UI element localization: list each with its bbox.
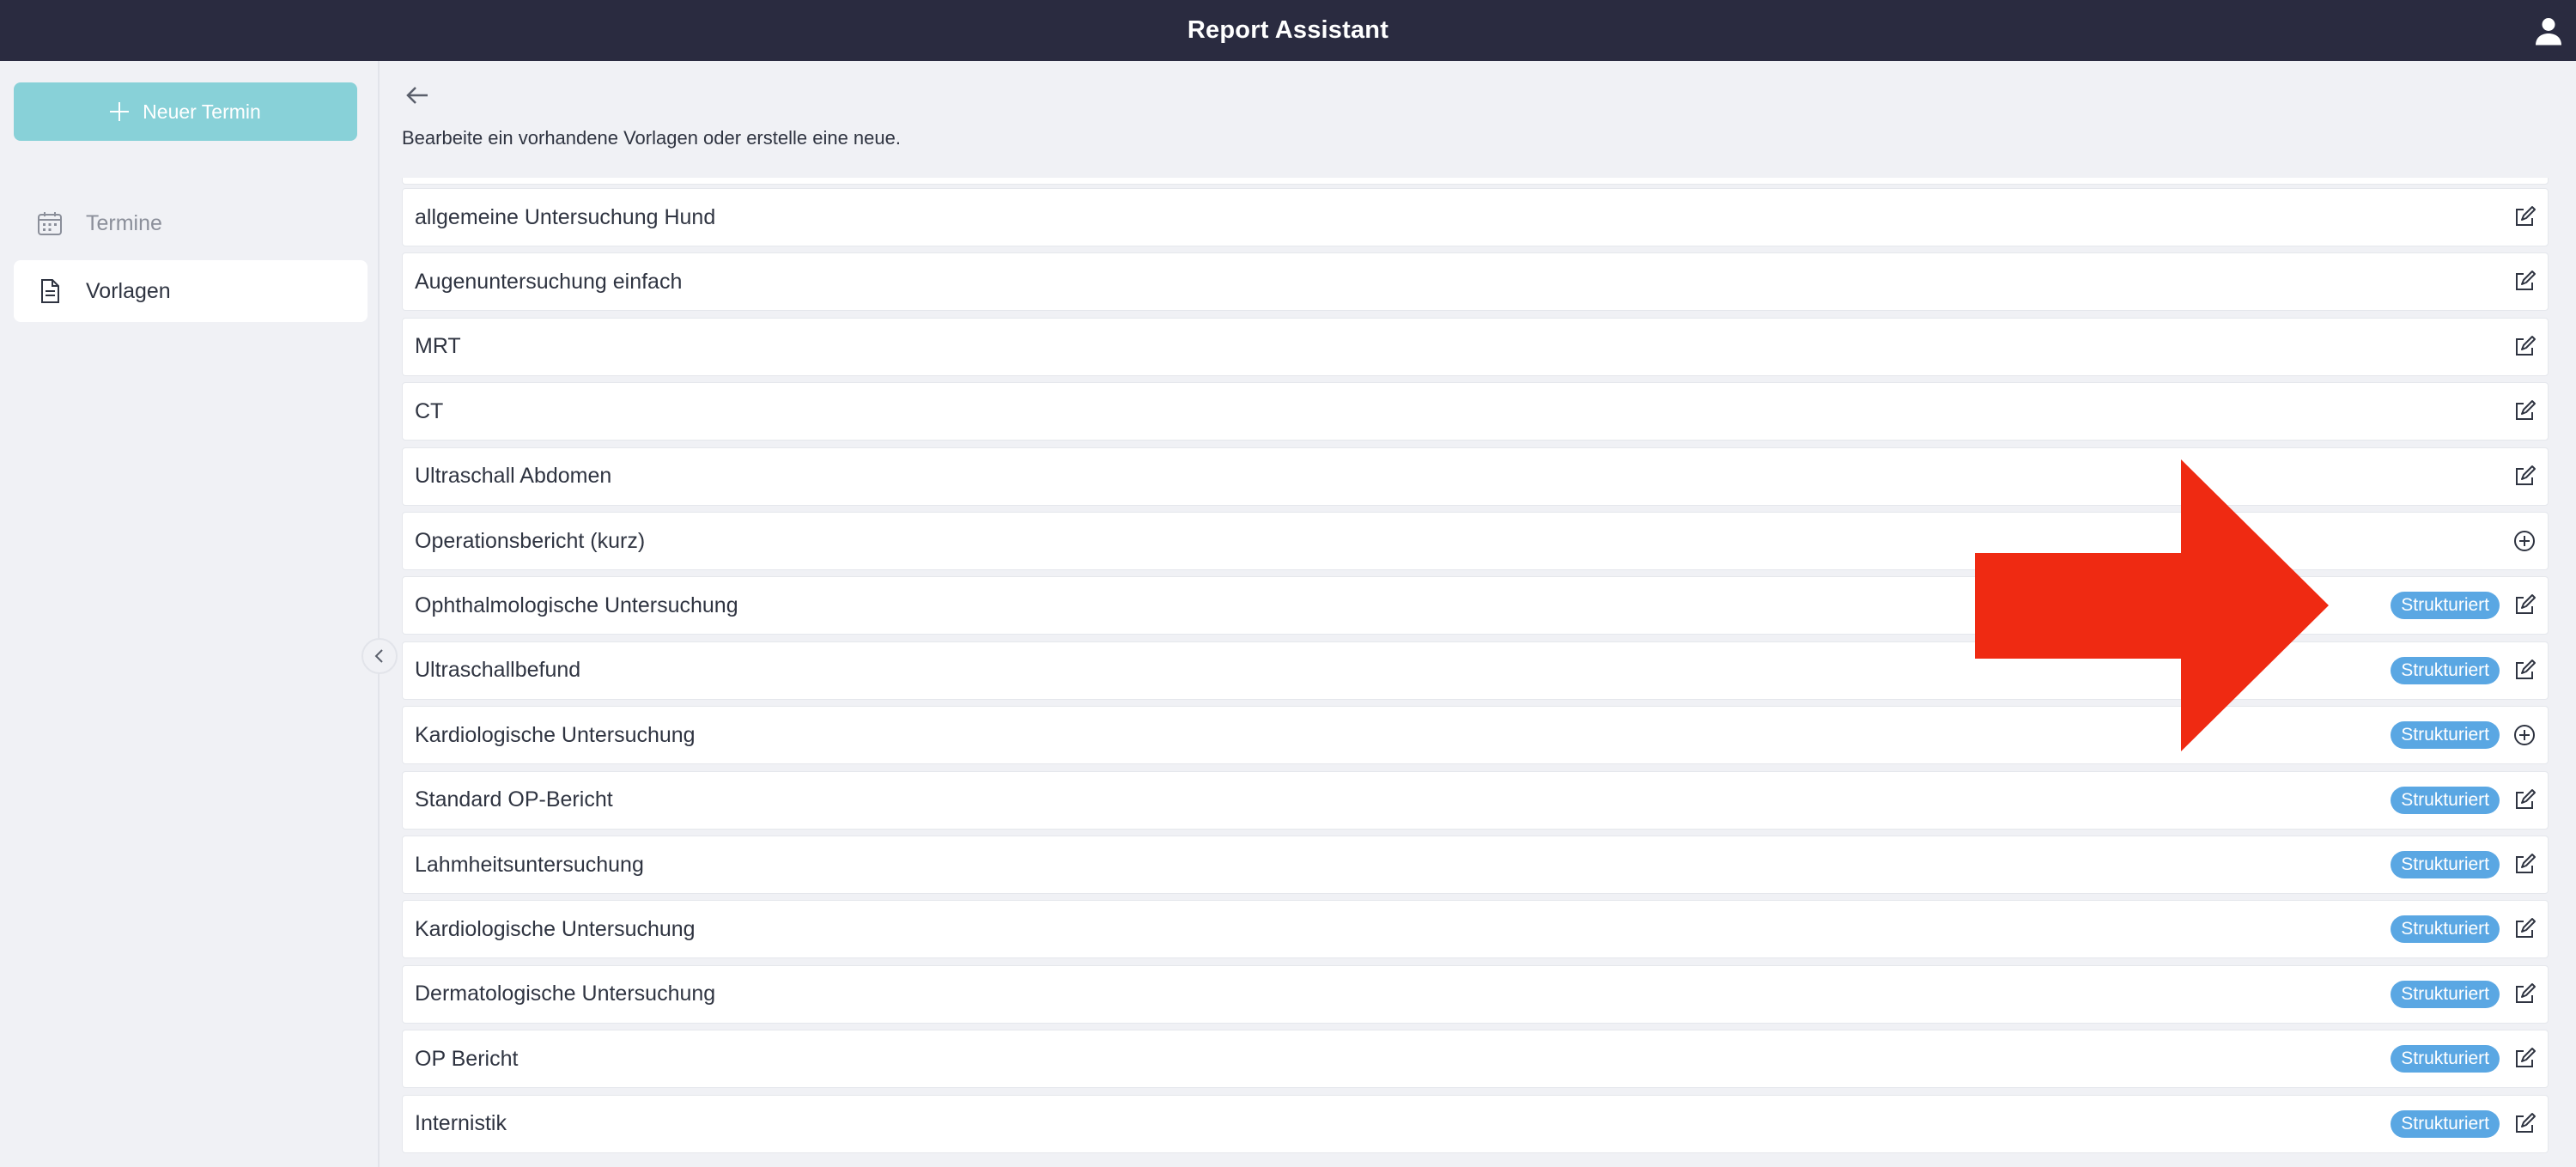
template-name: Ophthalmologische Untersuchung	[415, 593, 738, 617]
edit-icon[interactable]	[2512, 334, 2537, 360]
template-row[interactable]: allgemeine Untersuchung Hund	[402, 188, 2549, 246]
template-name: MRT	[415, 334, 461, 359]
main-content: Bearbeite ein vorhandene Vorlagen oder e…	[381, 61, 2576, 1167]
add-circle-icon[interactable]	[2512, 528, 2537, 554]
template-name: Augenuntersuchung einfach	[415, 269, 683, 294]
template-row[interactable]: Ultraschall Abdomen	[402, 447, 2549, 506]
sidebar-item-label: Vorlagen	[86, 278, 171, 303]
structured-badge: Strukturiert	[2391, 1045, 2500, 1073]
calendar-icon	[38, 212, 62, 235]
template-list: allgemeine Untersuchung Hund Augenuntersu…	[402, 178, 2549, 1167]
structured-badge: Strukturiert	[2391, 915, 2500, 944]
edit-icon[interactable]	[2512, 593, 2537, 618]
template-row[interactable]: MRT	[402, 317, 2549, 376]
template-row[interactable]: Dermatologische Untersuchung Strukturiert	[402, 964, 2549, 1024]
sidebar-item-termine[interactable]: Termine	[14, 192, 368, 254]
sidebar: Neuer Termin Termine Vorlagen	[0, 61, 380, 1167]
template-row[interactable]: Kardiologische Untersuchung Strukturiert	[402, 900, 2549, 959]
edit-icon[interactable]	[2512, 1111, 2537, 1137]
list-item-clipped	[402, 178, 2549, 185]
template-row[interactable]: Lahmheitsuntersuchung Strukturiert	[402, 836, 2549, 894]
structured-badge: Strukturiert	[2391, 851, 2500, 878]
structured-badge: Strukturiert	[2391, 656, 2500, 684]
template-row[interactable]: Operationsbericht (kurz)	[402, 512, 2549, 570]
sidebar-item-vorlagen[interactable]: Vorlagen	[14, 260, 368, 322]
back-arrow-icon[interactable]	[404, 82, 431, 109]
user-icon[interactable]	[2533, 15, 2564, 46]
template-name: Ultraschallbefund	[415, 658, 581, 683]
structured-badge: Strukturiert	[2391, 721, 2500, 750]
template-name: OP Bericht	[415, 1046, 519, 1071]
sidebar-item-label: Termine	[86, 210, 162, 235]
edit-icon[interactable]	[2512, 982, 2537, 1007]
template-name: allgemeine Untersuchung Hund	[415, 204, 716, 229]
edit-icon[interactable]	[2512, 658, 2537, 684]
template-name: Operationsbericht (kurz)	[415, 528, 646, 553]
template-row[interactable]: Ultraschallbefund Strukturiert	[402, 641, 2549, 700]
template-row[interactable]: Kardiologische Untersuchung Strukturiert	[402, 706, 2549, 765]
plus-icon	[110, 102, 130, 121]
edit-icon[interactable]	[2512, 204, 2537, 230]
edit-icon[interactable]	[2512, 852, 2537, 878]
template-row[interactable]: Ophthalmologische Untersuchung Strukturie…	[402, 576, 2549, 635]
template-name: Internistik	[415, 1111, 507, 1136]
template-name: Dermatologische Untersuchung	[415, 982, 716, 1006]
template-name: Ultraschall Abdomen	[415, 464, 612, 489]
template-row[interactable]: CT	[402, 382, 2549, 441]
structured-badge: Strukturiert	[2391, 592, 2500, 620]
edit-icon[interactable]	[2512, 916, 2537, 942]
chevron-left-icon	[374, 649, 383, 663]
app-header: Report Assistant	[0, 0, 2576, 61]
structured-badge: Strukturiert	[2391, 786, 2500, 814]
template-row[interactable]: Internistik Strukturiert	[402, 1094, 2549, 1153]
template-name: Kardiologische Untersuchung	[415, 916, 696, 941]
template-row[interactable]: Standard OP-Bericht Strukturiert	[402, 770, 2549, 830]
document-icon	[41, 279, 59, 303]
edit-icon[interactable]	[2512, 269, 2537, 295]
edit-icon[interactable]	[2512, 1046, 2537, 1072]
collapse-sidebar-button[interactable]	[361, 638, 398, 674]
page-subtitle: Bearbeite ein vorhandene Vorlagen oder e…	[402, 127, 901, 149]
template-row[interactable]: OP Bericht Strukturiert	[402, 1030, 2549, 1089]
new-appointment-button[interactable]: Neuer Termin	[14, 82, 357, 141]
add-circle-icon[interactable]	[2512, 722, 2537, 748]
structured-badge: Strukturiert	[2391, 1109, 2500, 1138]
edit-icon[interactable]	[2512, 787, 2537, 813]
template-name: Kardiologische Untersuchung	[415, 722, 696, 747]
app-title: Report Assistant	[1187, 16, 1389, 44]
edit-icon[interactable]	[2512, 464, 2537, 489]
template-name: CT	[415, 398, 444, 423]
new-appointment-label: Neuer Termin	[143, 100, 261, 123]
structured-badge: Strukturiert	[2391, 980, 2500, 1008]
template-name: Standard OP-Bericht	[415, 787, 613, 812]
edit-icon[interactable]	[2512, 398, 2537, 424]
template-name: Lahmheitsuntersuchung	[415, 852, 644, 877]
template-row[interactable]: Augenuntersuchung einfach	[402, 252, 2549, 312]
